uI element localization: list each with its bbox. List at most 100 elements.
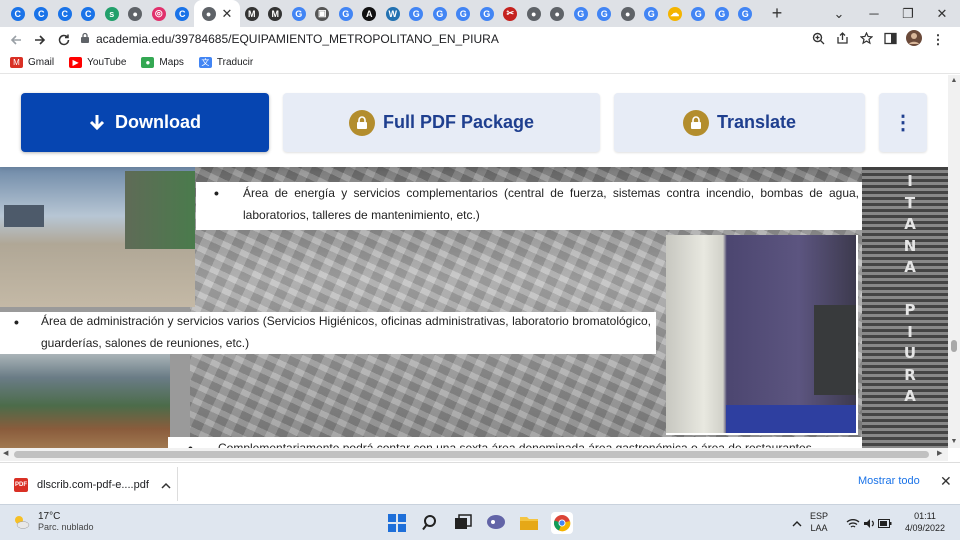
browser-tab[interactable]: ☁ [663,0,687,27]
google-tab-icon: G [691,6,706,21]
browser-tab[interactable]: ● [522,0,546,27]
reload-icon[interactable] [52,28,76,52]
battery-icon[interactable] [874,512,896,534]
close-tab-icon[interactable]: ✕ [222,6,233,22]
download-item[interactable]: PDF dlscrib.com-pdf-e....pdf [14,472,176,498]
academia-action-bar: Download Full PDF Package Translate ⋮ [0,75,948,167]
globe-tab-icon: ● [620,6,635,21]
windows-taskbar: 17°C Parc. nublado ESP LAA 01:11 4/09/20… [0,504,960,540]
browser-tab[interactable]: M [240,0,264,27]
browser-tab[interactable]: G [452,0,476,27]
browser-tab[interactable]: ● [546,0,570,27]
scroll-up-arrow-icon[interactable]: ▲ [948,77,960,84]
browser-tab[interactable]: ● [124,0,148,27]
scroll-left-arrow-icon[interactable]: ◀ [3,449,8,457]
browser-tab[interactable]: C [77,0,101,27]
browser-tab[interactable]: G [405,0,429,27]
vertical-scrollbar[interactable]: ▲ ▼ [948,75,960,448]
start-windows-icon[interactable] [386,512,408,534]
image-tab-icon: ▣ [315,6,330,21]
browser-tab[interactable]: G [569,0,593,27]
browser-tab[interactable]: G [428,0,452,27]
kebab-menu-icon[interactable]: ⋮ [926,32,950,48]
vertical-letter: I [907,172,913,190]
m-tab-icon: M [268,6,283,21]
minimize-button[interactable]: ─ [857,0,891,27]
side-panel-icon[interactable] [878,32,902,48]
scroll-down-arrow-icon[interactable]: ▼ [948,438,960,445]
bullet-administration-text: Área de administración y servicios vario… [41,314,651,350]
task-view-icon[interactable] [452,512,474,534]
scroll-right-arrow-icon[interactable]: ▶ [937,449,942,457]
bookmark-gmail[interactable]: M Gmail [10,57,54,68]
browser-tab[interactable]: C [6,0,30,27]
zoom-icon[interactable] [806,32,830,48]
more-options-button[interactable]: ⋮ [879,93,927,152]
language-indicator[interactable]: ESP LAA [810,510,828,534]
browser-tab[interactable]: G [287,0,311,27]
cloud-tab-icon: ☁ [667,6,682,21]
url-text[interactable]: academia.edu/39784685/EQUIPAMIENTO_METRO… [96,32,499,46]
chevron-up-tray-icon[interactable] [786,512,808,534]
browser-tab[interactable]: C [30,0,54,27]
browser-tab[interactable]: G [593,0,617,27]
bookmark-traducir[interactable]: 文 Traducir [198,57,254,68]
full-pdf-package-button[interactable]: Full PDF Package [283,93,600,152]
browser-tab[interactable]: A [358,0,382,27]
browser-tab[interactable]: G [334,0,358,27]
browser-tab[interactable]: ▣ [311,0,335,27]
youtube-icon: ▶ [69,57,83,68]
new-tab-button[interactable]: + [765,3,789,24]
browser-tab[interactable]: ◎ [147,0,171,27]
chrome-taskbar-icon[interactable] [551,512,573,534]
browser-tab[interactable]: G [710,0,734,27]
clock[interactable]: 01:11 4/09/2022 [898,510,952,534]
language-code: ESP [810,511,829,521]
toolbar-actions: ⋮ [806,27,950,52]
chevron-up-icon[interactable] [161,482,171,489]
browser-tab[interactable]: s [100,0,124,27]
bookmark-youtube[interactable]: ▶ YouTube [69,57,126,68]
browser-tab[interactable]: ✂ [499,0,523,27]
avatar[interactable] [902,30,926,49]
browser-tab[interactable]: ● [616,0,640,27]
vertical-letter [902,279,918,301]
tab-search-button[interactable]: ⌄ [822,0,856,27]
forward-arrow-icon[interactable] [28,28,52,52]
maps-icon: ● [141,57,155,68]
browser-tab[interactable]: W [381,0,405,27]
browser-tab[interactable]: C [171,0,195,27]
restore-button[interactable]: ❐ [891,0,925,27]
bookmark-maps[interactable]: ● Maps [141,57,184,68]
lock-icon[interactable] [80,32,90,46]
vertical-scroll-thumb[interactable] [951,340,957,352]
horizontal-scrollbar[interactable]: ◀ ▶ [0,448,948,461]
show-all-downloads-button[interactable]: Mostrar todo [858,475,920,487]
bookmark-label: Gmail [28,57,55,68]
back-arrow-icon[interactable] [4,28,28,52]
chat-icon[interactable] [485,512,507,534]
translate-button[interactable]: Translate [614,93,865,152]
google-tab-icon: G [338,6,353,21]
share-icon[interactable] [830,31,854,48]
browser-tab[interactable]: G [640,0,664,27]
horizontal-scroll-thumb[interactable] [14,451,929,458]
browser-tab[interactable]: G [734,0,758,27]
bookmark-label: Traducir [216,57,254,68]
browser-tab[interactable]: ● ✕ [194,0,240,27]
bookmark-star-icon[interactable] [854,31,878,48]
file-explorer-icon[interactable] [518,512,540,534]
search-icon[interactable] [420,512,442,534]
browser-tab[interactable]: M [264,0,288,27]
vertical-letter: T [904,193,916,212]
browser-tab[interactable]: G [687,0,711,27]
close-download-bar-icon[interactable]: ✕ [940,473,952,490]
browser-tab[interactable]: G [475,0,499,27]
chrome-tab-icon: C [34,6,49,21]
address-bar[interactable]: academia.edu/39784685/EQUIPAMIENTO_METRO… [80,28,880,50]
download-filename[interactable]: dlscrib.com-pdf-e....pdf [37,479,149,491]
weather-widget[interactable]: 17°C Parc. nublado [12,511,94,532]
close-window-button[interactable]: ✕ [925,0,959,27]
browser-tab[interactable]: C [53,0,77,27]
download-button[interactable]: Download [21,93,269,152]
